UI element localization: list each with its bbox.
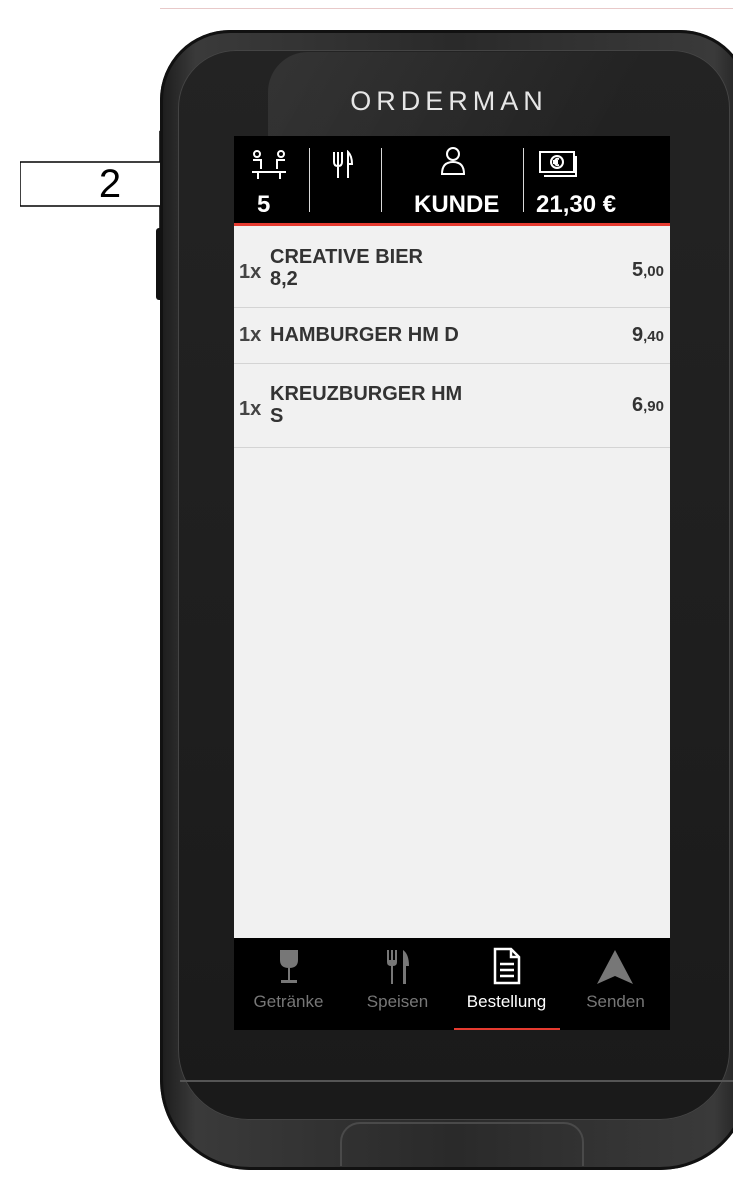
item-name: HAMBURGER HM D	[270, 324, 459, 346]
table-number: 5	[257, 191, 271, 218]
device-home-slot	[340, 1122, 584, 1166]
app-screen: 5 KUNDE 21,30 € 1x CREATIVE BIER 8,2 5,0…	[234, 136, 670, 1030]
table-selector[interactable]: 5	[234, 136, 309, 223]
customer-person-icon	[440, 147, 466, 175]
tab-speisen[interactable]: Speisen	[343, 938, 452, 1030]
order-total[interactable]: 21,30 €	[524, 136, 670, 223]
cutlery-icon	[387, 950, 409, 984]
item-name: CREATIVE BIER 8,2	[270, 246, 423, 290]
price-main: 9	[632, 324, 644, 346]
tab-label: Bestellung	[466, 992, 547, 1011]
bottom-navigation: Getränke Speisen Bestellung Senden	[234, 938, 670, 1030]
order-item[interactable]: 1x HAMBURGER HM D 9,40	[234, 308, 670, 364]
top-divider-line	[160, 8, 733, 9]
order-item[interactable]: 1x CREATIVE BIER 8,2 5,00	[234, 229, 670, 308]
course-selector[interactable]	[310, 136, 380, 223]
price-main: 5	[632, 259, 644, 281]
tab-bestellung[interactable]: Bestellung	[452, 938, 561, 1030]
customer-label: KUNDE	[414, 191, 500, 218]
active-tab-indicator	[454, 1028, 560, 1030]
order-item-list: 1x CREATIVE BIER 8,2 5,00 1x HAMBURGER H…	[234, 229, 670, 448]
item-price: 9,40	[632, 324, 664, 347]
tab-label: Speisen	[366, 992, 429, 1011]
tab-label: Senden	[586, 992, 645, 1011]
price-cents: ,00	[643, 263, 664, 280]
brand-logo: ORDERMAN	[350, 86, 548, 116]
document-icon	[493, 947, 521, 985]
order-header: 5 KUNDE 21,30 €	[234, 136, 670, 226]
total-amount: 21,30 €	[536, 191, 617, 218]
money-bill-icon	[539, 151, 577, 177]
price-main: 6	[632, 394, 644, 416]
price-cents: ,90	[643, 398, 664, 415]
item-quantity: 1x	[239, 261, 262, 283]
price-cents: ,40	[643, 328, 664, 345]
order-item[interactable]: 1x KREUZBURGER HM S 6,90	[234, 364, 670, 448]
item-name: KREUZBURGER HM S	[270, 383, 463, 427]
send-arrow-icon	[597, 950, 633, 984]
item-price: 5,00	[632, 259, 664, 282]
customer-selector[interactable]: KUNDE	[382, 136, 522, 223]
table-seats-icon	[252, 150, 286, 179]
item-quantity: 1x	[239, 398, 262, 420]
wine-glass-icon	[280, 950, 298, 983]
annotation-label: 2	[98, 162, 122, 206]
item-price: 6,90	[632, 394, 664, 417]
cutlery-icon	[333, 150, 354, 178]
tab-label: Getränke	[253, 992, 324, 1011]
tab-senden[interactable]: Senden	[561, 938, 670, 1030]
item-quantity: 1x	[239, 324, 262, 346]
tab-getraenke[interactable]: Getränke	[234, 938, 343, 1030]
